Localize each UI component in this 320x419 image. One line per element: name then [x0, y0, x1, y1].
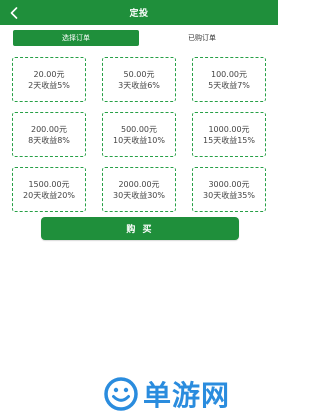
plan-grid: 20.00元 2天收益5% 50.00元 3天收益6% 100.00元 5天收益… [12, 57, 266, 212]
plan-card[interactable]: 3000.00元 30天收益35% [192, 167, 266, 212]
plan-amount: 20.00元 [33, 69, 65, 79]
plan-amount: 1000.00元 [208, 124, 250, 134]
smiley-logo-icon [104, 377, 138, 411]
plan-yield: 30天收益30% [113, 190, 165, 200]
page: 定投 选择订单 已购订单 20.00元 2天收益5% 50.00元 3天收益6%… [0, 0, 278, 419]
plan-amount: 50.00元 [123, 69, 155, 79]
plan-amount: 200.00元 [31, 124, 67, 134]
plan-card[interactable]: 1000.00元 15天收益15% [192, 112, 266, 157]
plan-amount: 1500.00元 [28, 179, 70, 189]
plan-card[interactable]: 20.00元 2天收益5% [12, 57, 86, 102]
plan-card[interactable]: 200.00元 8天收益8% [12, 112, 86, 157]
plan-yield: 2天收益5% [28, 80, 70, 90]
plan-amount: 100.00元 [211, 69, 247, 79]
plan-yield: 30天收益35% [203, 190, 255, 200]
plan-yield: 8天收益8% [28, 135, 70, 145]
plan-yield: 20天收益20% [23, 190, 75, 200]
plan-card[interactable]: 500.00元 10天收益10% [102, 112, 176, 157]
tab-purchased-orders[interactable]: 已购订单 [139, 30, 265, 46]
plan-amount: 500.00元 [121, 124, 157, 134]
plan-amount: 2000.00元 [118, 179, 160, 189]
back-button[interactable] [6, 0, 22, 25]
plan-card[interactable]: 100.00元 5天收益7% [192, 57, 266, 102]
plan-yield: 5天收益7% [208, 80, 250, 90]
tab-select-order[interactable]: 选择订单 [13, 30, 139, 46]
plan-card[interactable]: 2000.00元 30天收益30% [102, 167, 176, 212]
plan-yield: 15天收益15% [203, 135, 255, 145]
plan-amount: 3000.00元 [208, 179, 250, 189]
buy-button[interactable]: 购 买 [41, 217, 239, 240]
plan-card[interactable]: 1500.00元 20天收益20% [12, 167, 86, 212]
plan-yield: 10天收益10% [113, 135, 165, 145]
page-title: 定投 [129, 9, 149, 19]
chevron-left-icon [10, 6, 18, 19]
top-bar: 定投 [0, 0, 278, 25]
order-tabs: 选择订单 已购订单 [13, 30, 265, 46]
plan-yield: 3天收益6% [118, 80, 160, 90]
plan-card[interactable]: 50.00元 3天收益6% [102, 57, 176, 102]
watermark-text: 单游网 [143, 379, 231, 412]
watermark: 单游网 [103, 372, 230, 416]
